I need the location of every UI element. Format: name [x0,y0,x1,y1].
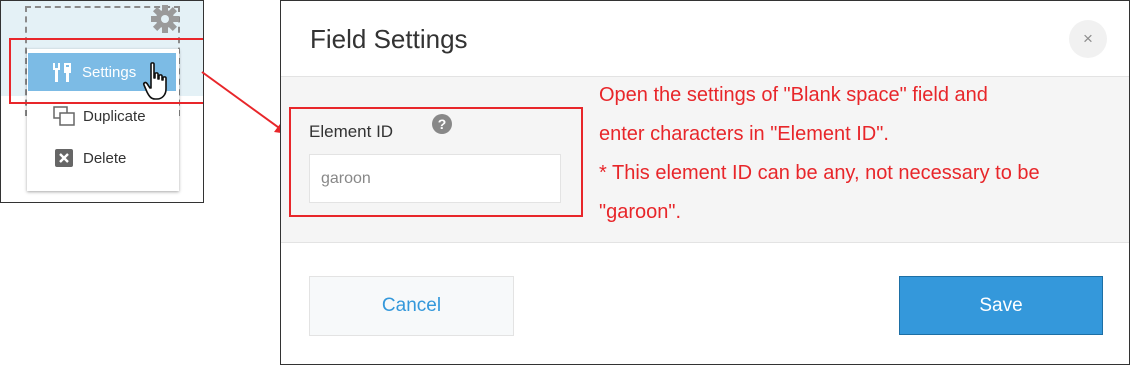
element-id-highlight-box [289,107,583,217]
close-button[interactable]: × [1069,20,1107,58]
annotation-arrow [201,71,288,134]
delete-icon [51,147,77,169]
field-settings-dialog: Field Settings × Element ID ? Open the s… [280,0,1130,365]
gear-icon[interactable] [149,3,181,35]
save-button[interactable]: Save [899,276,1103,335]
annotation-line: Open the settings of "Blank space" field… [599,84,988,106]
dialog-header: Field Settings × [281,1,1129,76]
close-icon: × [1083,29,1093,48]
annotation-line: "garoon". [599,201,682,223]
dialog-body: Element ID ? Open the settings of "Blank… [281,76,1129,243]
annotation-line: * This element ID can be any, not necess… [599,162,1040,184]
dialog-title: Field Settings [310,24,468,54]
field-context-panel: Settings Duplicate Delete [0,0,204,203]
cancel-button[interactable]: Cancel [309,276,514,336]
settings-highlight-box [9,38,203,104]
menu-item-delete[interactable]: Delete [27,140,179,176]
menu-item-label: Delete [83,149,127,167]
annotation-text: Open the settings of "Blank space" field… [599,83,1119,239]
dialog-footer: Cancel Save [281,243,1129,364]
duplicate-icon [51,105,77,127]
menu-item-label: Duplicate [83,107,146,125]
annotation-line: enter characters in "Element ID". [599,123,889,145]
